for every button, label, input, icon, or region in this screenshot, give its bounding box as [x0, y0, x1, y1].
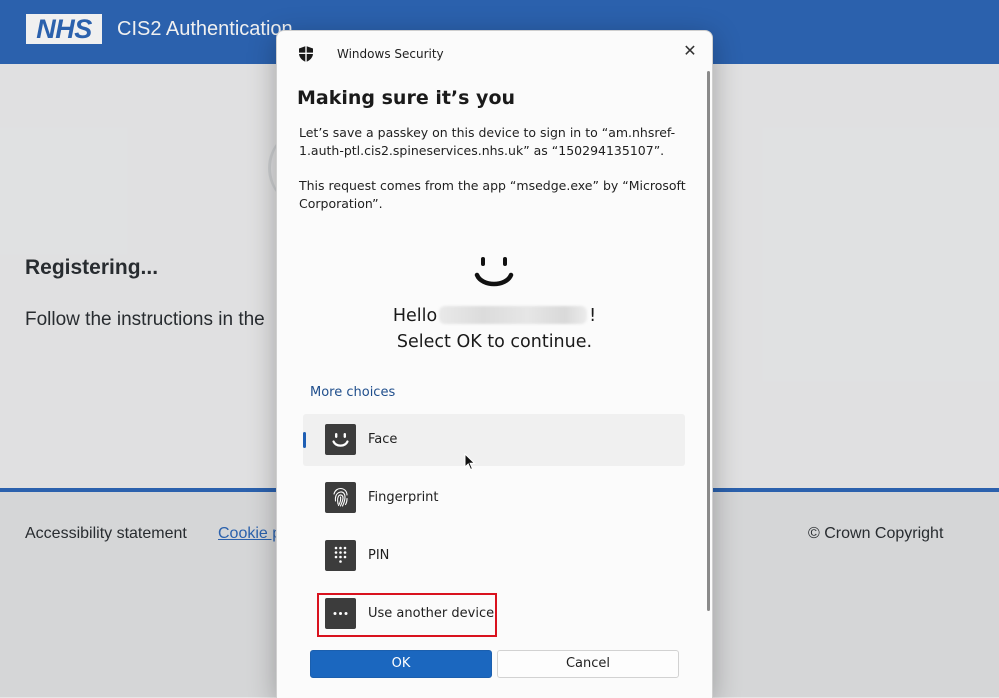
dialog-heading: Making sure it’s you	[297, 87, 516, 109]
choice-use-another-device[interactable]: Use another device	[303, 588, 685, 640]
fingerprint-icon	[325, 482, 356, 513]
close-icon: ✕	[683, 41, 697, 60]
more-dots-icon	[325, 598, 356, 629]
mouse-cursor-icon	[464, 453, 476, 471]
dialog-titlebar[interactable]: Windows Security ✕	[277, 31, 712, 75]
choice-pin[interactable]: PIN	[303, 530, 685, 582]
choice-label: Face	[368, 432, 398, 447]
nhs-logo[interactable]: NHS	[26, 14, 102, 44]
request-origin-text: This request comes from the app “msedge.…	[299, 178, 686, 211]
copyright-text: © Crown Copyright	[808, 525, 944, 542]
instruction-text: Follow the instructions in the	[25, 309, 265, 330]
accessibility-statement-link[interactable]: Accessibility statement	[25, 525, 187, 543]
hello-greeting: Hello!	[277, 306, 712, 326]
choice-label: PIN	[368, 548, 390, 563]
dialog-app-title: Windows Security	[337, 47, 444, 61]
close-button[interactable]: ✕	[675, 37, 705, 65]
choice-fingerprint[interactable]: Fingerprint	[303, 472, 685, 524]
hello-prefix: Hello	[392, 306, 438, 326]
choice-label: Use another device	[368, 606, 495, 621]
cancel-button[interactable]: Cancel	[497, 650, 679, 678]
choice-label: Fingerprint	[368, 490, 439, 505]
face-icon	[325, 424, 356, 455]
shield-icon	[299, 46, 313, 62]
more-choices-link[interactable]: More choices	[310, 385, 395, 400]
blurred-user-name	[439, 306, 588, 324]
windows-security-dialog: Windows Security ✕ Making sure it’s you …	[276, 30, 713, 698]
hello-suffix: !	[589, 306, 597, 326]
selection-indicator	[303, 432, 306, 448]
windows-hello-smile-icon	[474, 257, 514, 287]
service-name[interactable]: CIS2 Authentication	[117, 18, 293, 41]
ok-button[interactable]: OK	[310, 650, 492, 678]
cookie-policy-link[interactable]: Cookie p	[218, 525, 281, 543]
page-title: Registering...	[25, 256, 159, 279]
passkey-description: Let’s save a passkey on this device to s…	[299, 125, 676, 158]
choice-face[interactable]: Face	[303, 414, 685, 466]
pin-keypad-icon	[325, 540, 356, 571]
select-ok-instruction: Select OK to continue.	[396, 332, 593, 352]
